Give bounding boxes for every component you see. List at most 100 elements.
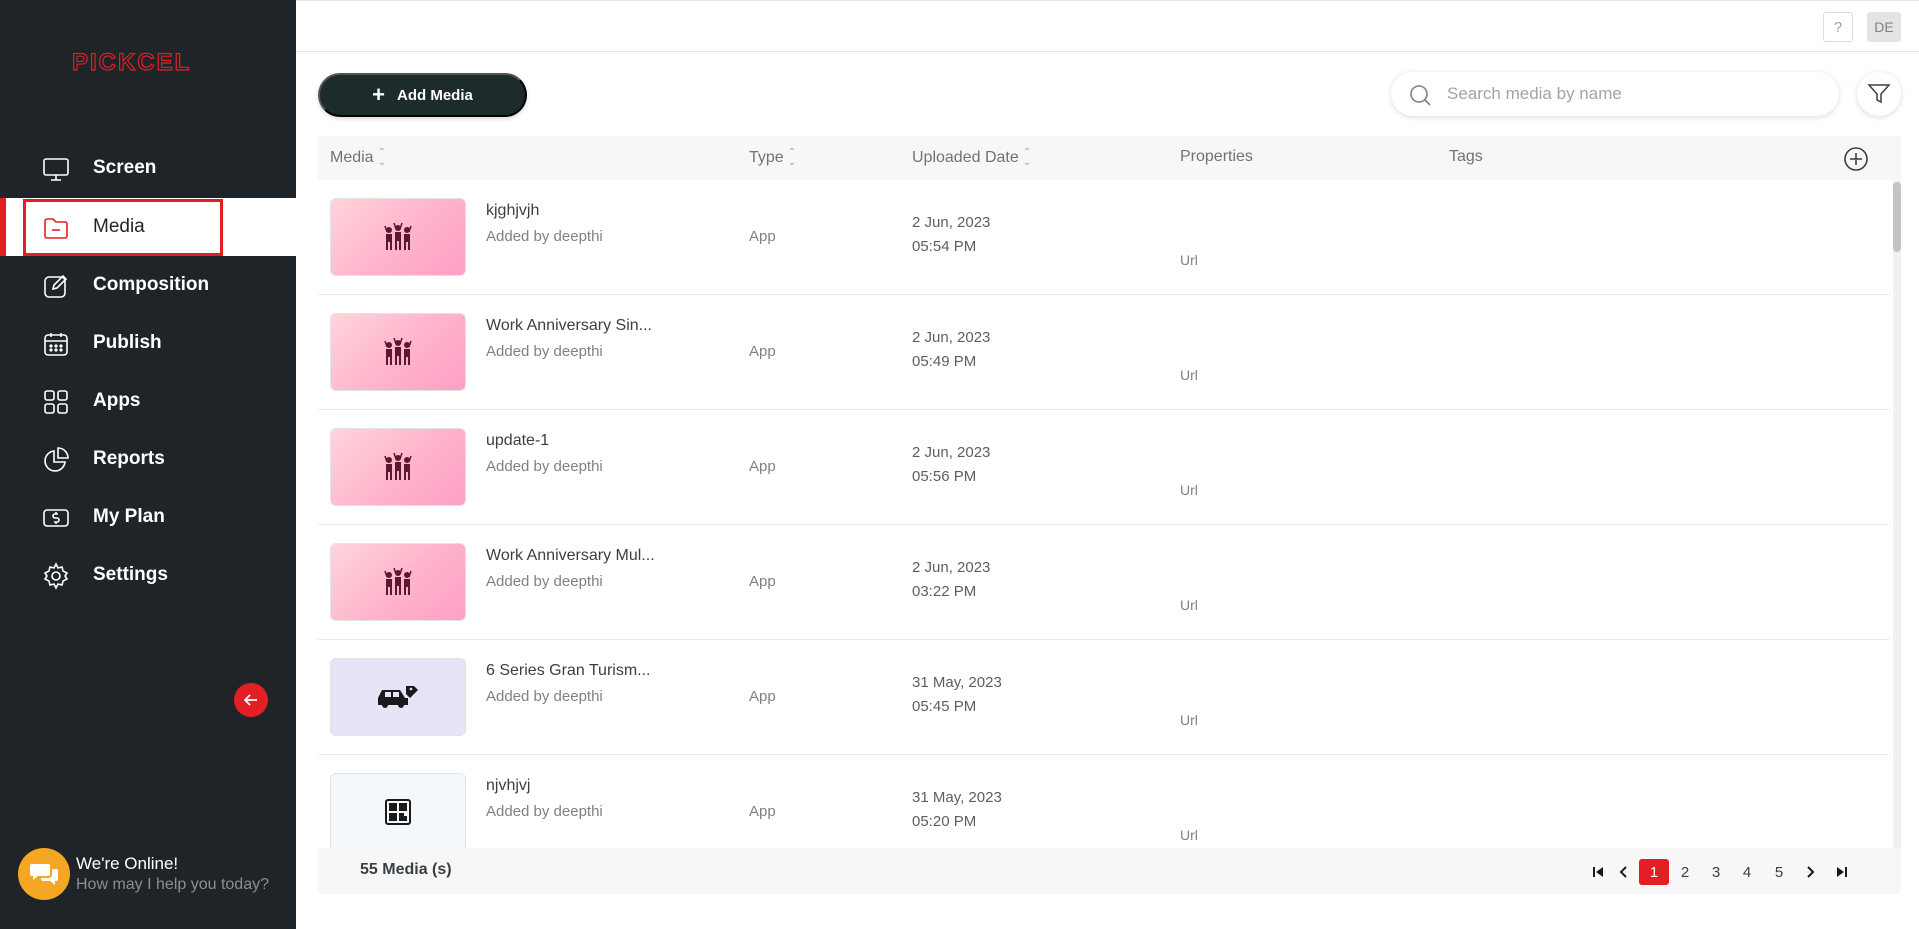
upload-date: 2 Jun, 2023 xyxy=(912,214,991,231)
page-3-button[interactable]: 3 xyxy=(1701,859,1731,885)
user-avatar[interactable]: DE xyxy=(1867,12,1901,42)
media-properties: Url xyxy=(1180,252,1198,268)
help-button[interactable]: ? xyxy=(1823,12,1853,42)
sort-icon: ⌃ ⌄ xyxy=(787,147,797,168)
plus-icon: + xyxy=(372,82,385,107)
column-header-media[interactable]: Media ⌃ ⌄ xyxy=(330,148,386,168)
chat-title: We're Online! xyxy=(76,854,179,873)
media-type: App xyxy=(749,458,776,475)
arrow-left-icon xyxy=(243,694,257,706)
dollar-icon xyxy=(43,509,69,527)
sidebar-item-settings[interactable]: Settings xyxy=(0,546,296,604)
media-name[interactable]: update-1 xyxy=(486,432,549,450)
car-tag-icon xyxy=(378,686,418,708)
upload-time: 05:49 PM xyxy=(912,353,977,370)
qr-code-icon xyxy=(385,799,411,825)
people-icon xyxy=(384,567,412,595)
column-label: Media xyxy=(330,149,374,166)
media-properties: Url xyxy=(1180,597,1198,613)
upload-date: 2 Jun, 2023 xyxy=(912,329,991,346)
sidebar-item-label: Apps xyxy=(93,390,141,411)
media-name[interactable]: kjghjvjh xyxy=(486,202,539,220)
search-input[interactable] xyxy=(1447,78,1817,110)
media-name[interactable]: njvhjvj xyxy=(486,777,530,795)
media-table-body: kjghjvjh Added by deepthi App 2 Jun, 202… xyxy=(318,180,1890,848)
media-thumbnail xyxy=(330,543,466,621)
page-5-button[interactable]: 5 xyxy=(1764,859,1794,885)
search-box xyxy=(1391,72,1839,116)
table-row[interactable]: njvhjvj Added by deepthi App 31 May, 202… xyxy=(318,755,1890,848)
table-scrollbar[interactable] xyxy=(1893,180,1901,848)
chat-subtitle: How may I help you today? xyxy=(76,876,269,893)
sidebar-item-label: Publish xyxy=(93,332,162,353)
table-row[interactable]: Work Anniversary Mul... Added by deepthi… xyxy=(318,525,1890,640)
table-row[interactable]: Work Anniversary Sin... Added by deepthi… xyxy=(318,295,1890,410)
next-page-button[interactable] xyxy=(1795,859,1825,885)
table-row[interactable]: kjghjvjh Added by deepthi App 2 Jun, 202… xyxy=(318,180,1890,295)
column-label: Tags xyxy=(1449,148,1483,165)
media-thumbnail xyxy=(330,428,466,506)
chat-icon xyxy=(18,848,70,900)
add-media-label: Add Media xyxy=(397,86,473,104)
sidebar-item-my-plan[interactable]: My Plan xyxy=(0,488,296,546)
folder-icon xyxy=(44,218,68,239)
sidebar-item-apps[interactable]: Apps xyxy=(0,372,296,430)
sidebar-item-reports[interactable]: Reports xyxy=(0,430,296,488)
table-row[interactable]: 6 Series Gran Turism... Added by deepthi… xyxy=(318,640,1890,755)
page-2-button[interactable]: 2 xyxy=(1670,859,1700,885)
upload-time: 05:54 PM xyxy=(912,238,977,255)
chat-widget[interactable]: We're Online! How may I help you today? xyxy=(18,848,294,904)
media-thumbnail xyxy=(330,313,466,391)
column-header-tags: Tags xyxy=(1449,148,1483,166)
sidebar-item-composition[interactable]: Composition xyxy=(0,256,296,314)
filter-icon xyxy=(1867,84,1891,104)
sidebar-item-media[interactable]: Media xyxy=(0,198,296,256)
media-name[interactable]: Work Anniversary Mul... xyxy=(486,547,655,565)
media-name[interactable]: Work Anniversary Sin... xyxy=(486,317,652,335)
upload-time: 05:56 PM xyxy=(912,468,977,485)
add-media-button[interactable]: + Add Media xyxy=(318,73,527,117)
calendar-icon xyxy=(44,333,68,356)
media-added-by: Added by deepthi xyxy=(486,688,603,705)
column-header-uploaded-date[interactable]: Uploaded Date ⌃ ⌄ xyxy=(912,148,1031,168)
edit-icon xyxy=(44,274,68,298)
top-bar xyxy=(296,0,1919,52)
prev-page-button[interactable] xyxy=(1609,859,1639,885)
app-root: PICKCEL Screen Media Composition Publish… xyxy=(0,0,1919,929)
pickcel-logo[interactable]: PICKCEL xyxy=(72,48,224,76)
sort-icon: ⌃ ⌄ xyxy=(377,147,386,168)
page-1-button[interactable]: 1 xyxy=(1639,859,1669,885)
people-icon xyxy=(384,222,412,250)
table-footer: 55 Media (s) 1 2 3 4 5 xyxy=(318,848,1901,894)
media-properties: Url xyxy=(1180,482,1198,498)
upload-date: 2 Jun, 2023 xyxy=(912,559,991,576)
sidebar-item-label: Settings xyxy=(93,564,168,585)
page-4-button[interactable]: 4 xyxy=(1732,859,1762,885)
sidebar-item-screen[interactable]: Screen xyxy=(0,139,296,197)
add-column-icon[interactable] xyxy=(1843,146,1869,172)
media-name[interactable]: 6 Series Gran Turism... xyxy=(486,662,651,680)
sidebar-item-label: Composition xyxy=(93,274,210,295)
column-label: Type xyxy=(749,149,784,166)
column-label: Properties xyxy=(1180,148,1253,165)
gear-icon xyxy=(43,562,69,590)
table-header: Media ⌃ ⌄ Type ⌃ ⌄ Uploaded Date ⌃ ⌄ Proper… xyxy=(318,136,1901,180)
column-header-type[interactable]: Type ⌃ ⌄ xyxy=(749,148,796,168)
table-row[interactable]: update-1 Added by deepthi App 2 Jun, 202… xyxy=(318,410,1890,525)
sidebar-item-label: My Plan xyxy=(93,506,165,527)
media-type: App xyxy=(749,343,776,360)
monitor-icon xyxy=(43,158,69,181)
upload-date: 31 May, 2023 xyxy=(912,674,1002,691)
chevron-left-icon xyxy=(1619,866,1627,878)
upload-time: 05:20 PM xyxy=(912,813,977,830)
upload-time: 03:22 PM xyxy=(912,583,977,600)
media-added-by: Added by deepthi xyxy=(486,803,603,820)
upload-date: 31 May, 2023 xyxy=(912,789,1002,806)
filter-button[interactable] xyxy=(1857,72,1901,116)
last-page-button[interactable] xyxy=(1827,859,1857,885)
column-header-properties: Properties xyxy=(1180,148,1253,166)
collapse-sidebar-button[interactable] xyxy=(234,683,268,717)
media-type: App xyxy=(749,228,776,245)
sidebar-item-publish[interactable]: Publish xyxy=(0,314,296,372)
scrollbar-thumb[interactable] xyxy=(1893,182,1901,252)
